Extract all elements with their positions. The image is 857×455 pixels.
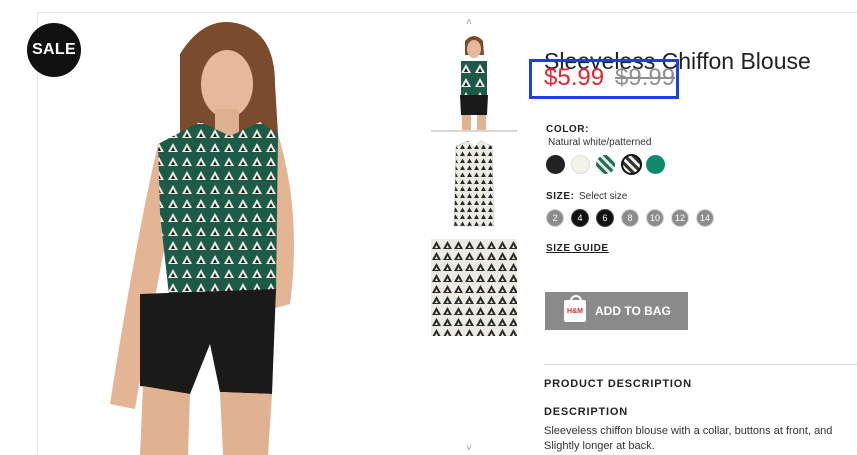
color-swatch-green-patterned[interactable]: [596, 155, 615, 174]
size-option-6[interactable]: 6: [596, 209, 614, 227]
size-option-10[interactable]: 10: [646, 209, 664, 227]
selected-color-name: Natural white/patterned: [548, 137, 652, 148]
add-to-bag-button[interactable]: H&M ADD TO BAG: [545, 292, 688, 330]
thumbnail-down-arrow-icon[interactable]: ˅: [466, 444, 472, 454]
sale-price: $5.99: [544, 64, 605, 91]
color-swatch-green[interactable]: [646, 155, 665, 174]
size-hint: Select size: [579, 191, 628, 202]
product-description-heading[interactable]: PRODUCT DESCRIPTION: [544, 378, 692, 390]
thumbnail-fabric-detail[interactable]: [431, 239, 517, 336]
thumbnail-blouse-front[interactable]: [431, 136, 517, 233]
thumbnail-blouse-front-image: [453, 140, 495, 227]
thumbnail-fabric-detail-image: [431, 239, 517, 336]
shopping-bag-icon: H&M: [564, 295, 586, 322]
frame-left-line: [37, 12, 38, 455]
add-to-bag-label: ADD TO BAG: [595, 304, 671, 318]
original-price: $9.99: [615, 64, 676, 91]
thumbnail-up-arrow-icon[interactable]: ˄: [466, 18, 472, 28]
description-text: Sleeveless chiffon blouse with a collar,…: [544, 424, 857, 454]
size-option-14[interactable]: 14: [696, 209, 714, 227]
sale-badge: SALE: [27, 23, 81, 77]
size-option-8[interactable]: 8: [621, 209, 639, 227]
description-line-1: Sleeveless chiffon blouse with a collar,…: [544, 425, 833, 437]
frame-top-line: [37, 12, 857, 13]
description-line-2: Slightly longer at back.: [544, 440, 655, 452]
size-label: SIZE:: [546, 191, 575, 202]
thumbnail-model-image: [460, 36, 488, 130]
model-photo: [110, 22, 294, 455]
size-option-12[interactable]: 12: [671, 209, 689, 227]
size-option-4[interactable]: 4: [571, 209, 589, 227]
color-swatch-natural-white[interactable]: [571, 155, 590, 174]
color-swatch-black[interactable]: [546, 155, 565, 174]
main-product-image[interactable]: [40, 14, 420, 455]
thumbnail-model[interactable]: [431, 33, 517, 132]
section-divider: [544, 364, 857, 365]
size-option-2[interactable]: 2: [546, 209, 564, 227]
color-label: COLOR:: [546, 124, 590, 135]
size-guide-link[interactable]: SIZE GUIDE: [546, 243, 609, 254]
color-swatch-white-patterned-selected[interactable]: [621, 154, 642, 175]
description-subheading: DESCRIPTION: [544, 406, 628, 418]
